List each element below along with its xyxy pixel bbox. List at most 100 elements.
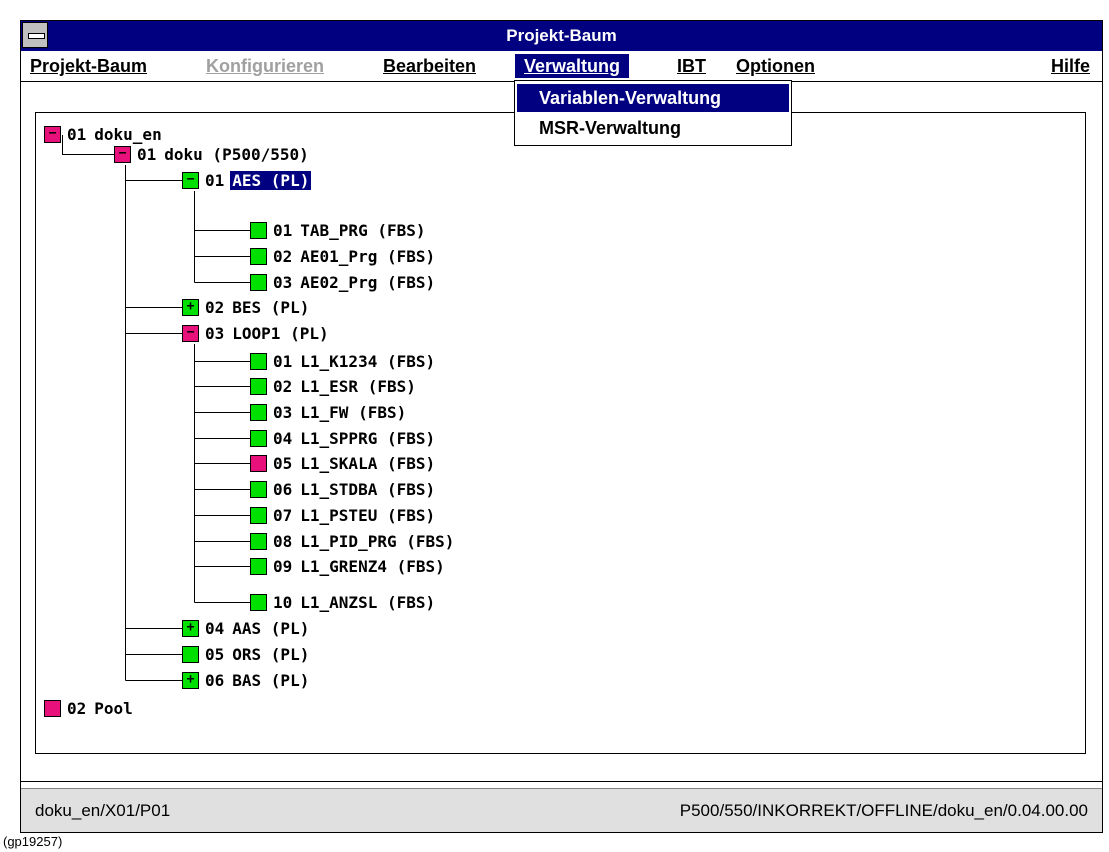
collapse-minus-icon[interactable]: − [182, 172, 199, 189]
tree-node-label: AE01_Prg (FBS) [300, 247, 436, 266]
node-status-icon [250, 455, 267, 472]
node-status-icon [182, 646, 199, 663]
tree-node-number: 01 [273, 221, 293, 240]
node-status-icon [250, 594, 267, 611]
tree-node-label: L1_ANZSL (FBS) [300, 593, 436, 612]
tree-node[interactable]: 04 L1_SPPRG (FBS) [250, 427, 437, 451]
tree-node[interactable]: 05 L1_SKALA (FBS) [250, 452, 437, 476]
verwaltung-dropdown: Variablen-Verwaltung MSR-Verwaltung [514, 80, 792, 146]
node-status-icon [250, 507, 267, 524]
tree-node[interactable]: +02 BES (PL) [182, 296, 311, 320]
tree-node-label: L1_K1234 (FBS) [300, 352, 436, 371]
tree-node[interactable]: 10 L1_ANZSL (FBS) [250, 591, 437, 615]
tree-node[interactable]: 01 L1_K1234 (FBS) [250, 350, 437, 374]
menu-verwaltung[interactable]: Verwaltung [515, 54, 630, 78]
tree-node-label: AES (PL) [230, 171, 312, 190]
tree-node-number: 06 [205, 671, 225, 690]
node-status-icon [250, 481, 267, 498]
tree-node[interactable]: 02 L1_ESR (FBS) [250, 375, 418, 399]
title-bar: Projekt-Baum [21, 21, 1102, 51]
collapse-minus-icon[interactable]: − [114, 146, 131, 163]
tree-node[interactable]: −01 doku (P500/550) [114, 143, 311, 167]
tree-node-number: 03 [205, 324, 225, 343]
expand-plus-icon[interactable]: + [182, 299, 199, 316]
tree-node-label: TAB_PRG (FBS) [300, 221, 426, 240]
tree-node-number: 04 [205, 619, 225, 638]
tree-node-number: 02 [273, 377, 293, 396]
tree-node[interactable]: 02 Pool [44, 697, 135, 721]
figure-caption: (gp19257) [3, 834, 63, 849]
window-title: Projekt-Baum [506, 26, 617, 45]
tree-node-number: 02 [273, 247, 293, 266]
tree-node-number: 09 [273, 557, 293, 576]
tree-node[interactable]: 03 L1_FW (FBS) [250, 401, 408, 425]
tree-node-number: 08 [273, 532, 293, 551]
tree-node-number: 05 [273, 454, 293, 473]
tree-node-label: L1_PSTEU (FBS) [300, 506, 436, 525]
tree-node-number: 07 [273, 506, 293, 525]
status-bar: doku_en/X01/P01 P500/550/INKORREKT/OFFLI… [21, 781, 1102, 832]
project-tree[interactable]: −01 doku_en −01 doku (P500/550) −01 AES (PL) 0… [35, 112, 1086, 754]
tree-node[interactable]: −01 AES (PL) [182, 169, 312, 193]
tree-node[interactable]: +06 BAS (PL) [182, 669, 311, 693]
tree-node-label: doku_en [94, 125, 162, 144]
tree-node[interactable]: −03 LOOP1 (PL) [182, 322, 331, 346]
tree-node[interactable]: 01 TAB_PRG (FBS) [250, 219, 428, 243]
tree-node[interactable]: +04 AAS (PL) [182, 617, 311, 641]
tree-node[interactable]: 08 L1_PID_PRG (FBS) [250, 530, 456, 554]
tree-node[interactable]: 03 AE02_Prg (FBS) [250, 271, 437, 295]
status-path: doku_en/X01/P01 [35, 801, 171, 820]
menu-optionen[interactable]: Optionen [734, 54, 817, 78]
tree-node[interactable]: 02 AE01_Prg (FBS) [250, 245, 437, 269]
menu-bearbeiten[interactable]: Bearbeiten [381, 54, 478, 78]
node-status-icon [250, 558, 267, 575]
dropdown-item-msr-verwaltung[interactable]: MSR-Verwaltung [517, 114, 789, 142]
menu-konfigurieren[interactable]: Konfigurieren [204, 54, 326, 78]
tree-node-label: LOOP1 (PL) [232, 324, 329, 343]
node-status-icon [44, 700, 61, 717]
tree-node[interactable]: 09 L1_GRENZ4 (FBS) [250, 555, 447, 579]
tree-node-label: L1_STDBA (FBS) [300, 480, 436, 499]
node-status-icon [250, 404, 267, 421]
menu-bar: Projekt-Baum Konfigurieren Bearbeiten Ve… [21, 51, 1102, 82]
tree-node-label: L1_SPPRG (FBS) [300, 429, 436, 448]
tree-node-number: 01 [273, 352, 293, 371]
collapse-minus-icon[interactable]: − [182, 325, 199, 342]
tree-node-number: 02 [67, 699, 87, 718]
tree-node-number: 01 [137, 145, 157, 164]
tree-node-number: 10 [273, 593, 293, 612]
node-status-icon [250, 430, 267, 447]
tree-node-label: BAS (PL) [232, 671, 310, 690]
tree-node-number: 01 [205, 171, 225, 190]
node-status-icon [250, 274, 267, 291]
project-tree-window: Projekt-Baum Projekt-Baum Konfigurieren … [20, 20, 1103, 833]
tree-node-number: 01 [67, 125, 87, 144]
status-divider [21, 782, 1102, 789]
tree-node[interactable]: 05 ORS (PL) [182, 643, 311, 667]
menu-projekt-baum[interactable]: Projekt-Baum [28, 54, 149, 78]
tree-node-label: L1_SKALA (FBS) [300, 454, 436, 473]
collapse-minus-icon[interactable]: − [44, 126, 61, 143]
tree-node-label: L1_ESR (FBS) [300, 377, 416, 396]
tree-node[interactable]: 07 L1_PSTEU (FBS) [250, 504, 437, 528]
node-status-icon [250, 353, 267, 370]
tree-node-number: 06 [273, 480, 293, 499]
expand-plus-icon[interactable]: + [182, 672, 199, 689]
tree-node-number: 02 [205, 298, 225, 317]
tree-node-label: L1_FW (FBS) [300, 403, 407, 422]
status-info: P500/550/INKORREKT/OFFLINE/doku_en/0.04.… [679, 801, 1088, 820]
node-status-icon [250, 533, 267, 550]
tree-node-number: 03 [273, 273, 293, 292]
tree-node-label: doku (P500/550) [164, 145, 309, 164]
tree-node-label: ORS (PL) [232, 645, 310, 664]
tree-node-label: L1_GRENZ4 (FBS) [300, 557, 445, 576]
node-status-icon [250, 222, 267, 239]
tree-node[interactable]: 06 L1_STDBA (FBS) [250, 478, 437, 502]
node-status-icon [250, 248, 267, 265]
tree-node-number: 04 [273, 429, 293, 448]
dropdown-item-variablen-verwaltung[interactable]: Variablen-Verwaltung [517, 84, 789, 112]
expand-plus-icon[interactable]: + [182, 620, 199, 637]
menu-ibt[interactable]: IBT [675, 54, 708, 78]
tree-node-label: Pool [94, 699, 133, 718]
menu-hilfe[interactable]: Hilfe [1049, 54, 1092, 78]
